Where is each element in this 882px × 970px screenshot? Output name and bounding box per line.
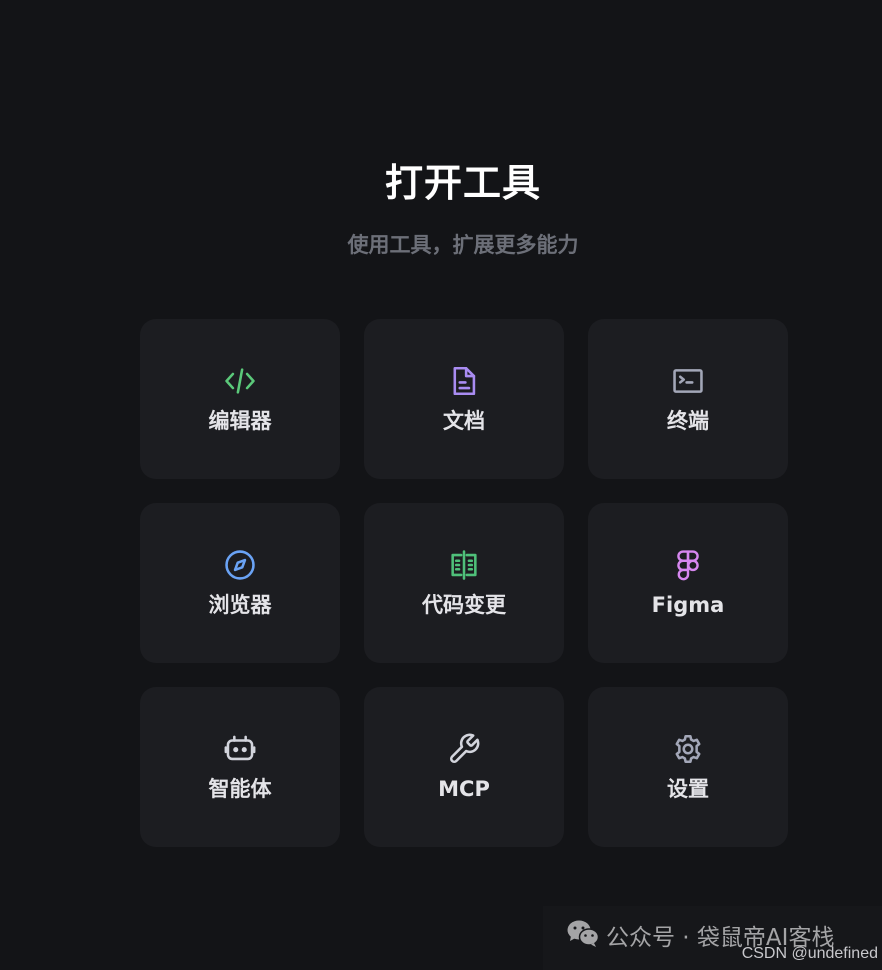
tool-card-editor[interactable]: 编辑器 <box>140 319 340 479</box>
tool-label-editor: 编辑器 <box>208 409 272 433</box>
compass-icon <box>223 548 257 582</box>
wechat-icon <box>566 918 606 957</box>
page-title: 打开工具 <box>384 161 541 205</box>
tool-label-mcp: MCP <box>438 777 490 801</box>
tool-grid: 编辑器 文档 终端 浏览器 代码变更 Figma 智能体 MCP 设置 <box>140 319 788 847</box>
page-subtitle: 使用工具，扩展更多能力 <box>347 233 579 257</box>
tool-label-terminal: 终端 <box>667 409 709 433</box>
diff-icon <box>447 548 481 582</box>
robot-icon <box>223 732 257 766</box>
credit-text: CSDN @undefined <box>741 945 878 962</box>
terminal-icon <box>671 364 705 398</box>
code-icon <box>223 364 257 398</box>
tool-card-code-changes[interactable]: 代码变更 <box>364 503 564 663</box>
figma-icon <box>671 548 705 582</box>
tool-card-settings[interactable]: 设置 <box>588 687 788 847</box>
tool-card-figma[interactable]: Figma <box>588 503 788 663</box>
tool-label-browser: 浏览器 <box>208 593 272 617</box>
tool-label-agent: 智能体 <box>208 777 272 801</box>
tool-label-figma: Figma <box>651 593 725 617</box>
tool-label-settings: 设置 <box>667 777 709 801</box>
tool-label-code-changes: 代码变更 <box>422 593 506 617</box>
tool-card-browser[interactable]: 浏览器 <box>140 503 340 663</box>
tool-card-mcp[interactable]: MCP <box>364 687 564 847</box>
gear-icon <box>671 732 705 766</box>
tool-card-document[interactable]: 文档 <box>364 319 564 479</box>
tool-card-agent[interactable]: 智能体 <box>140 687 340 847</box>
wrench-icon <box>447 732 481 766</box>
tool-label-document: 文档 <box>443 409 485 433</box>
document-icon <box>447 364 481 398</box>
tool-card-terminal[interactable]: 终端 <box>588 319 788 479</box>
